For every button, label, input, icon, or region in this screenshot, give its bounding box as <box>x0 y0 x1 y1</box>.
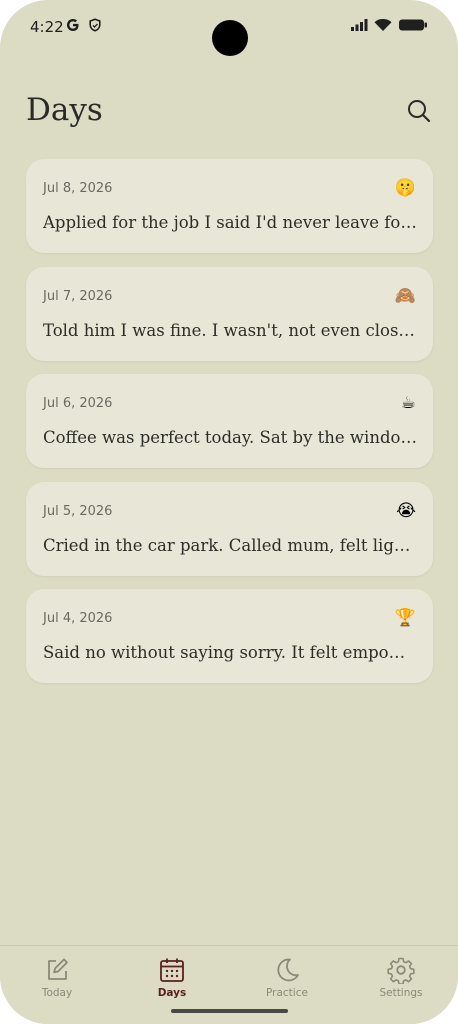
gear-icon <box>387 957 415 984</box>
nav-practice[interactable]: Practice <box>247 956 327 1008</box>
signal-icon <box>351 19 368 31</box>
status-right-icons <box>350 18 428 32</box>
camera-cutout <box>212 20 248 56</box>
entry-date: Jul 5, 2026 <box>43 503 113 519</box>
header: Days <box>26 90 434 134</box>
mood-emoji-icon: 🏆 <box>394 608 416 628</box>
shield-icon <box>89 18 101 32</box>
nav-days[interactable]: Days <box>132 956 212 1008</box>
google-icon <box>67 19 79 31</box>
entry-card[interactable]: Jul 8, 2026 🤫 Applied for the job I said… <box>26 159 433 253</box>
entry-preview: Told him I was fine. I wasn't, not even … <box>43 320 417 340</box>
mood-emoji-icon: 😭 <box>396 500 416 521</box>
edit-note-icon <box>48 958 68 980</box>
entry-preview: Applied for the job I said I'd never lea… <box>43 213 417 232</box>
home-indicator[interactable] <box>171 1009 288 1013</box>
entry-preview: Coffee was perfect today. Sat by the win… <box>43 428 417 447</box>
nav-label-settings: Settings <box>379 987 423 999</box>
moon-icon <box>277 958 299 982</box>
entry-card[interactable]: Jul 4, 2026 🏆 Said no without saying sor… <box>26 589 433 683</box>
page-title: Days <box>26 92 103 128</box>
battery-icon <box>399 19 427 31</box>
status-bar: 4:22 <box>0 0 458 56</box>
entry-card[interactable]: Jul 7, 2026 🙈 Told him I was fine. I was… <box>26 266 433 361</box>
nav-label-practice: Practice <box>266 987 308 999</box>
entry-date: Jul 8, 2026 <box>43 181 113 196</box>
mood-emoji-icon: 🤫 <box>394 178 416 198</box>
entry-card[interactable]: Jul 5, 2026 😭 Cried in the car park. Cal… <box>26 481 433 576</box>
status-left-icons <box>66 18 102 32</box>
search-button[interactable] <box>404 96 434 126</box>
mood-emoji-icon: ☕ <box>400 393 416 413</box>
calendar-icon <box>160 958 184 982</box>
search-icon <box>408 100 431 123</box>
entry-date: Jul 6, 2026 <box>43 396 113 411</box>
nav-settings[interactable]: Settings <box>361 956 441 1008</box>
nav-label-days: Days <box>157 987 187 999</box>
entry-preview: Said no without saying sorry. It felt em… <box>43 643 417 662</box>
entry-preview: Cried in the car park. Called mum, felt … <box>43 535 417 555</box>
nav-label-today: Today <box>41 987 73 999</box>
wifi-icon <box>374 19 392 31</box>
status-time: 4:22 <box>30 18 64 36</box>
phone-screen: 4:22 Days Jul 8, 2026 🤫 Applied for the … <box>0 0 458 1024</box>
nav-today[interactable]: Today <box>17 956 97 1008</box>
entry-card[interactable]: Jul 6, 2026 ☕ Coffee was perfect today. … <box>26 374 433 468</box>
entry-date: Jul 7, 2026 <box>43 288 113 304</box>
entries-list: Jul 8, 2026 🤫 Applied for the job I said… <box>26 159 433 697</box>
mood-emoji-icon: 🙈 <box>394 285 416 306</box>
entry-date: Jul 4, 2026 <box>43 611 113 626</box>
